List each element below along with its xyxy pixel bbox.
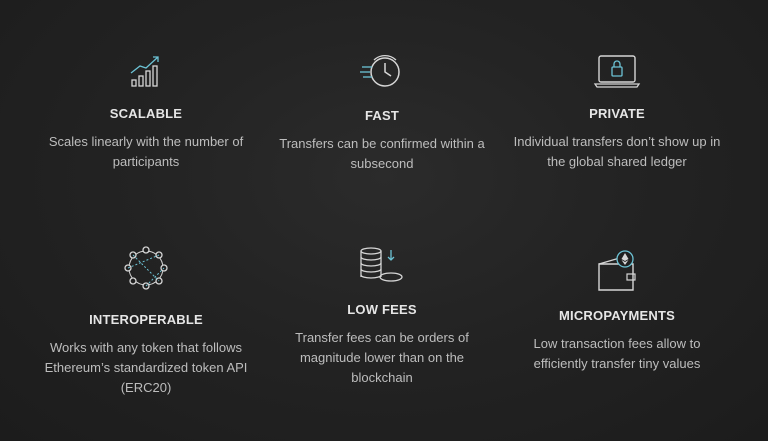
feature-title: INTEROPERABLE xyxy=(89,312,203,327)
feature-description-line: (ERC20) xyxy=(120,380,172,395)
feature-description-line: Low transaction fees allow to xyxy=(533,336,701,351)
feature-description-line: Scales linearly with the number of xyxy=(48,134,244,149)
feature-fast: FAST Transfers can be confirmed within a… xyxy=(262,52,502,174)
feature-description-line: Works with any token that follows xyxy=(50,340,242,355)
feature-title: PRIVATE xyxy=(589,106,645,121)
feature-micropayments: MICROPAYMENTS Low transaction fees allow… xyxy=(497,248,737,374)
feature-description-line: Transfers can be confirmed within a xyxy=(279,136,485,151)
feature-description-line: efficiently transfer tiny values xyxy=(533,356,701,371)
feature-low-fees: LOW FEES Transfer fees can be orders of … xyxy=(262,246,502,388)
feature-description-line: participants xyxy=(112,154,180,169)
feature-description-line: magnitude lower than on the xyxy=(299,350,465,365)
feature-private: PRIVATE Individual transfers don’t show … xyxy=(497,52,737,172)
feature-interoperable: INTEROPERABLE Works with any token that … xyxy=(26,244,266,398)
feature-description-line: subsecond xyxy=(350,156,414,171)
feature-scalable: SCALABLE Scales linearly with the number… xyxy=(26,52,266,172)
feature-description-line: the global shared ledger xyxy=(547,154,687,169)
wallet-ether-icon xyxy=(593,248,641,294)
feature-description-line: blockchain xyxy=(351,370,413,385)
feature-description-line: Ethereum’s standardized token API xyxy=(44,360,248,375)
private-laptop-lock-icon xyxy=(593,52,641,92)
bar-chart-growth-icon xyxy=(126,52,166,92)
fast-clock-icon xyxy=(360,52,404,92)
feature-title: LOW FEES xyxy=(347,302,417,317)
feature-description-line: Transfer fees can be orders of xyxy=(295,330,469,345)
coin-stack-icon xyxy=(358,246,406,284)
feature-title: MICROPAYMENTS xyxy=(558,308,675,323)
feature-title: SCALABLE xyxy=(109,106,183,121)
feature-description-line: Individual transfers don’t show up in xyxy=(513,134,721,149)
feature-title: FAST xyxy=(364,108,400,123)
network-nodes-icon xyxy=(122,244,170,292)
